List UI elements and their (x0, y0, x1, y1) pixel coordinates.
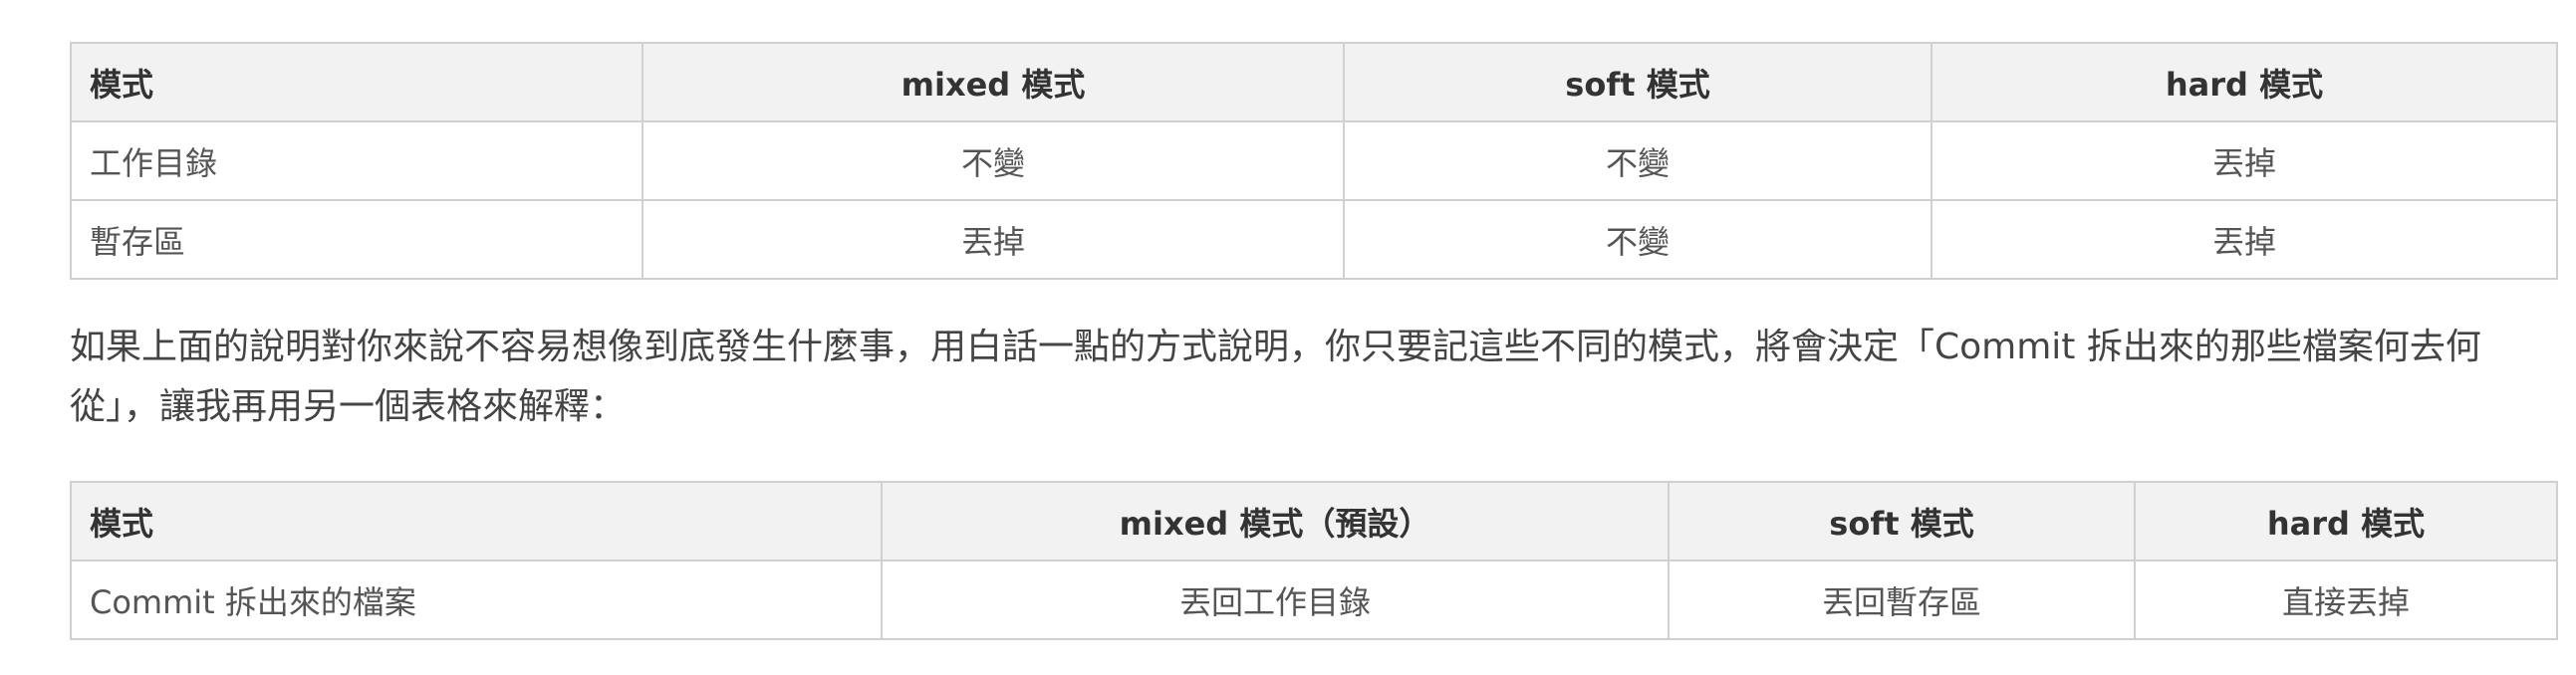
table-cell: 不變 (1343, 120, 1932, 201)
header-mixed-mode-default: mixed 模式（預設） (881, 481, 1670, 562)
header-hard-mode: hard 模式 (1931, 42, 2558, 122)
header-mode: 模式 (70, 42, 644, 122)
table-cell: 丟掉 (1931, 120, 2558, 201)
row-label-working-directory: 工作目錄 (70, 120, 644, 201)
table-cell: 丟回暫存區 (1668, 560, 2136, 640)
table-cell: 不變 (1343, 199, 1932, 280)
table-header-row: 模式 mixed 模式（預設） soft 模式 hard 模式 (70, 481, 2558, 562)
row-label-commit-files: Commit 拆出來的檔案 (70, 560, 883, 640)
header-mixed-mode: mixed 模式 (642, 42, 1345, 122)
table-row: 工作目錄 不變 不變 丟掉 (70, 120, 2558, 201)
header-hard-mode: hard 模式 (2134, 481, 2558, 562)
table-row: 暫存區 丟掉 不變 丟掉 (70, 199, 2558, 280)
header-mode: 模式 (70, 481, 883, 562)
table-header-row: 模式 mixed 模式 soft 模式 hard 模式 (70, 42, 2558, 122)
table-row: Commit 拆出來的檔案 丟回工作目錄 丟回暫存區 直接丟掉 (70, 560, 2558, 640)
table-cell: 丟掉 (1931, 199, 2558, 280)
header-soft-mode: soft 模式 (1343, 42, 1932, 122)
explanation-paragraph: 如果上面的說明對你來說不容易想像到底發生什麼事，用白話一點的方式說明，你只要記這… (70, 327, 2481, 427)
table-cell: 丟掉 (642, 199, 1345, 280)
table-cell: 丟回工作目錄 (881, 560, 1670, 640)
article-content: 模式 mixed 模式 soft 模式 hard 模式 工作目錄 不變 不變 丟… (70, 42, 2558, 640)
commit-files-destination-table: 模式 mixed 模式（預設） soft 模式 hard 模式 Commit 拆… (70, 481, 2558, 640)
reset-mode-effects-table: 模式 mixed 模式 soft 模式 hard 模式 工作目錄 不變 不變 丟… (70, 42, 2558, 280)
row-label-staging-area: 暫存區 (70, 199, 644, 280)
header-soft-mode: soft 模式 (1668, 481, 2136, 562)
table-cell: 直接丟掉 (2134, 560, 2558, 640)
table-cell: 不變 (642, 120, 1345, 201)
